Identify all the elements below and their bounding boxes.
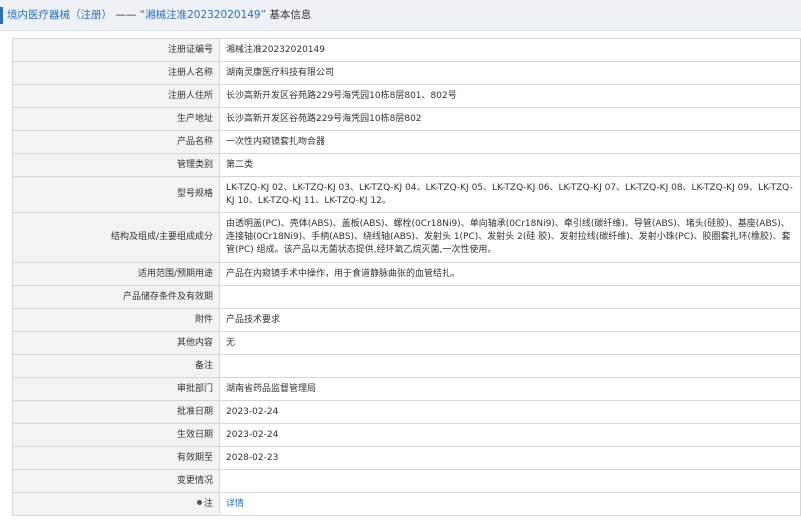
row-value — [219, 285, 801, 309]
row-label: 注册人名称 — [12, 61, 220, 85]
row-value: LK-TZQ-KJ 02、LK-TZQ-KJ 03、LK-TZQ-KJ 04、L… — [219, 176, 801, 213]
row-value: 一次性内窥镜套扎吻合器 — [219, 130, 801, 154]
row-label: 生产地址 — [12, 107, 220, 131]
row-label: 有效期至 — [12, 446, 220, 470]
row-value: 长沙高新开发区谷苑路229号海凭园10栋8层801、802号 — [219, 84, 801, 108]
row-value: 产品技术要求 — [219, 308, 801, 332]
table-row: 管理类别 第二类 — [12, 153, 801, 177]
row-value: 湖南省药品监督管理局 — [219, 377, 801, 401]
row-label: 批准日期 — [12, 400, 220, 424]
table-row: 其他内容 无 — [12, 331, 801, 355]
title-suffix: 基本信息 — [266, 9, 312, 21]
table-row: 产品储存条件及有效期 — [12, 285, 801, 309]
table-row: 审批部门 湖南省药品监督管理局 — [12, 377, 801, 401]
row-value: 详情 — [219, 492, 801, 516]
table-row: 注册人住所 长沙高新开发区谷苑路229号海凭园10栋8层801、802号 — [12, 84, 801, 108]
table-row: 备注 — [12, 354, 801, 378]
row-value: 2023-02-24 — [219, 400, 801, 424]
row-value: 由透明盖(PC)、壳体(ABS)、盖板(ABS)、螺栓(0Cr18Ni9)、单向… — [219, 212, 801, 263]
table-row: 生效日期 2023-02-24 — [12, 423, 801, 447]
row-label: 审批部门 — [12, 377, 220, 401]
table-row: 附件 产品技术要求 — [12, 308, 801, 332]
registration-number-title: “湘械注准20232020149” — [139, 9, 267, 21]
row-label: 管理类别 — [12, 153, 220, 177]
row-value: 湖南灵康医疗科技有限公司 — [219, 61, 801, 85]
table-row: 注 详情 — [12, 492, 801, 516]
header-accent-bar — [0, 7, 3, 24]
row-label: 生效日期 — [12, 423, 220, 447]
category-label: 境内医疗器械（注册） — [7, 9, 112, 21]
info-table: 注册证编号 湘械注准20232020149 注册人名称 湖南灵康医疗科技有限公司… — [12, 38, 801, 516]
table-row: 有效期至 2028-02-23 — [12, 446, 801, 470]
row-value: 2028-02-23 — [219, 446, 801, 470]
row-value: 第二类 — [219, 153, 801, 177]
details-link[interactable]: 详情 — [226, 499, 244, 509]
row-label: 其他内容 — [12, 331, 220, 355]
row-label: 结构及组成/主要组成成分 — [12, 212, 220, 263]
row-value — [219, 469, 801, 493]
note-label: 注 — [203, 498, 213, 509]
row-label: 注 — [12, 492, 220, 516]
row-value: 长沙高新开发区谷苑路229号海凭园10栋8层802 — [219, 107, 801, 131]
table-row: 生产地址 长沙高新开发区谷苑路229号海凭园10栋8层802 — [12, 107, 801, 131]
table-row: 产品名称 一次性内窥镜套扎吻合器 — [12, 130, 801, 154]
row-value: 产品在内窥镜手术中操作，用于食道静脉曲张的血管结扎。 — [219, 262, 801, 286]
row-value — [219, 354, 801, 378]
row-label: 注册人住所 — [12, 84, 220, 108]
row-label: 产品储存条件及有效期 — [12, 285, 220, 309]
table-row: 型号规格 LK-TZQ-KJ 02、LK-TZQ-KJ 03、LK-TZQ-KJ… — [12, 176, 801, 213]
row-label: 备注 — [12, 354, 220, 378]
page-title: 境内医疗器械（注册） —— “湘械注准20232020149” 基本信息 — [7, 0, 311, 31]
table-row: 批准日期 2023-02-24 — [12, 400, 801, 424]
table-row: 适用范围/预期用途 产品在内窥镜手术中操作，用于食道静脉曲张的血管结扎。 — [12, 262, 801, 286]
location-pin-icon — [196, 499, 202, 505]
table-row: 注册人名称 湖南灵康医疗科技有限公司 — [12, 61, 801, 85]
row-value: 湘械注准20232020149 — [219, 38, 801, 62]
row-label: 产品名称 — [12, 130, 220, 154]
table-row: 结构及组成/主要组成成分 由透明盖(PC)、壳体(ABS)、盖板(ABS)、螺栓… — [12, 212, 801, 263]
row-label: 适用范围/预期用途 — [12, 262, 220, 286]
title-separator: —— — [112, 9, 140, 21]
row-label: 附件 — [12, 308, 220, 332]
row-value: 2023-02-24 — [219, 423, 801, 447]
row-value: 无 — [219, 331, 801, 355]
row-label: 变更情况 — [12, 469, 220, 493]
row-label: 型号规格 — [12, 176, 220, 213]
page-header: 境内医疗器械（注册） —— “湘械注准20232020149” 基本信息 — [0, 0, 801, 31]
table-row: 变更情况 — [12, 469, 801, 493]
row-label: 注册证编号 — [12, 38, 220, 62]
table-row: 注册证编号 湘械注准20232020149 — [12, 38, 801, 62]
